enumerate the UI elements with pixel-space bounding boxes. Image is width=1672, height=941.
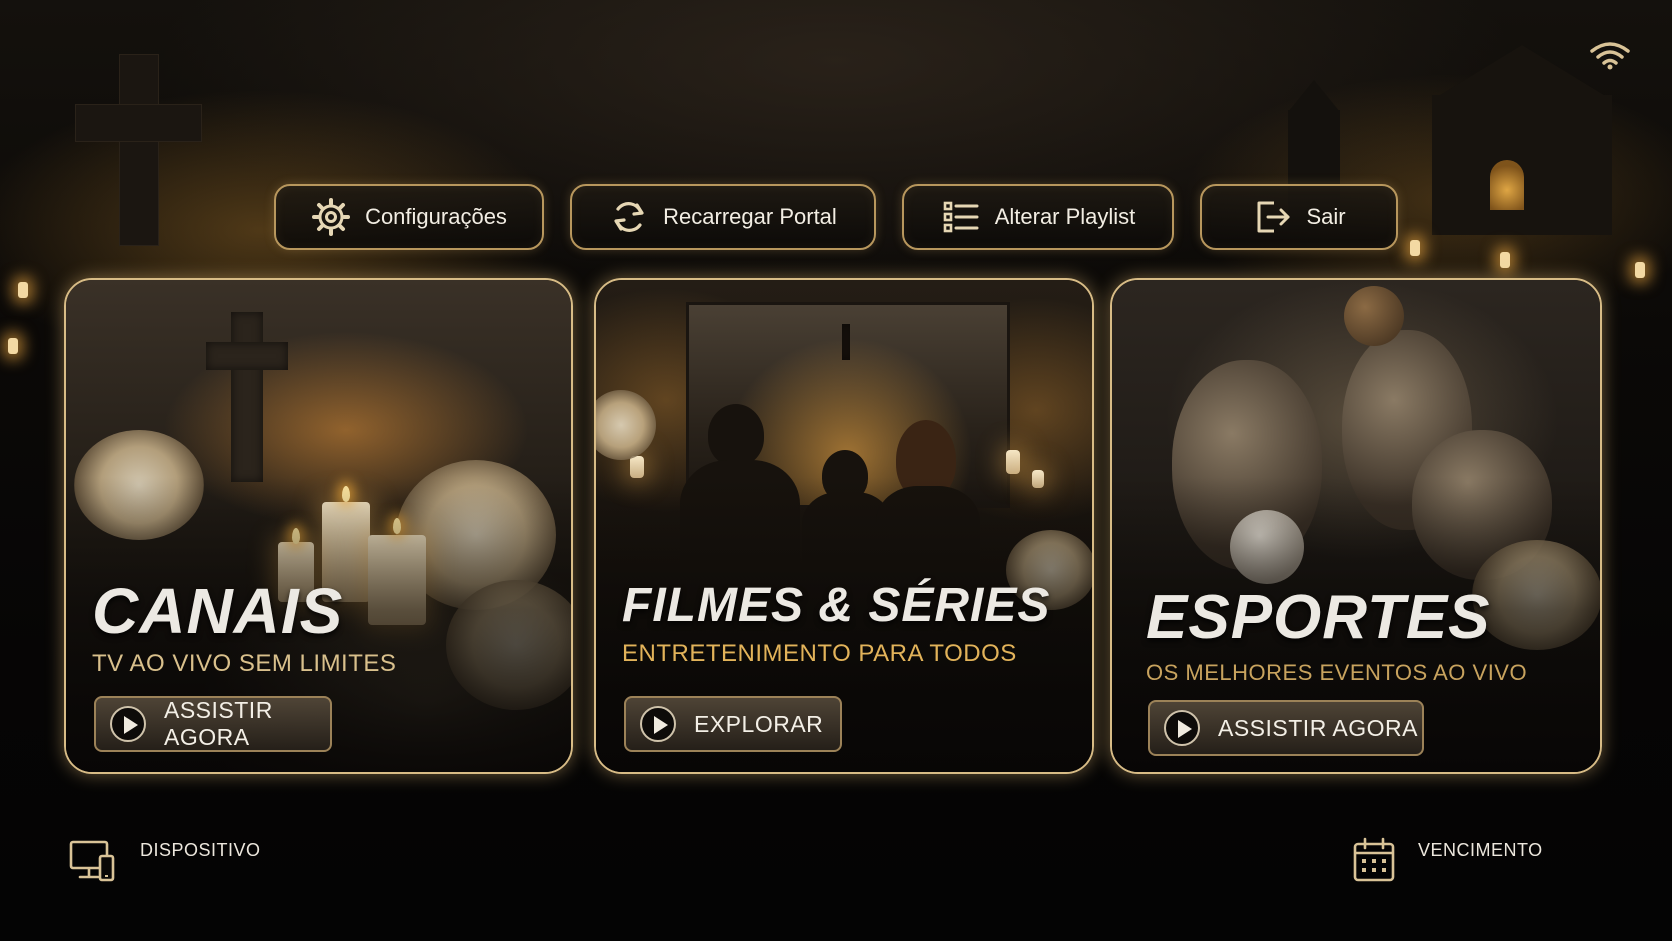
- card-title: FILMES & SÉRIES: [622, 579, 1051, 632]
- card-subtitle: ENTRETENIMENTO PARA TODOS: [622, 640, 1017, 667]
- background-candle: [1635, 262, 1645, 278]
- reload-portal-label: Recarregar Portal: [663, 204, 837, 229]
- background-cross: [120, 55, 158, 245]
- background-candle: [1410, 240, 1420, 256]
- viewer-head: [708, 404, 764, 466]
- cross-shape: [231, 312, 263, 482]
- exit-label: Sair: [1306, 204, 1346, 229]
- cross-arm-shape: [206, 342, 288, 370]
- list-icon: [943, 201, 979, 233]
- watch-now-label: ASSISTIR AGORA: [164, 697, 273, 750]
- change-playlist-button[interactable]: Alterar Playlist: [902, 184, 1174, 250]
- candle: [1006, 450, 1020, 474]
- background-chapel-roof: [1432, 45, 1612, 100]
- watch-now-button[interactable]: ASSISTIR AGORA: [94, 696, 332, 752]
- explore-label: EXPLORAR: [694, 710, 824, 737]
- background-tower-roof: [1288, 80, 1340, 112]
- card-sports[interactable]: ESPORTES OS MELHORES EVENTOS AO VIVO ASS…: [1110, 278, 1602, 774]
- background-candle: [8, 338, 18, 354]
- device-label: DISPOSITIVO: [140, 840, 261, 860]
- gear-icon: [312, 198, 351, 236]
- watch-now-label: ASSISTIR AGORA: [1218, 714, 1418, 741]
- card-title: CANAIS: [92, 575, 344, 647]
- wifi-icon: [1590, 42, 1630, 70]
- change-playlist-label: Alterar Playlist: [994, 204, 1136, 229]
- devices-icon: [69, 840, 115, 882]
- calendar-icon: [1353, 837, 1395, 882]
- settings-button[interactable]: Configurações: [274, 184, 544, 250]
- card-subtitle: TV AO VIVO SEM LIMITES: [92, 650, 397, 677]
- background-cross-arm: [76, 105, 201, 141]
- refresh-icon: [614, 202, 644, 232]
- play-icon: [640, 706, 676, 742]
- background-chapel-window: [1490, 160, 1524, 210]
- expiry-label: VENCIMENTO: [1418, 840, 1543, 860]
- play-icon: [110, 706, 146, 742]
- home-screen: Configurações Recarregar Portal Alterar …: [0, 0, 1672, 941]
- card-movies-series[interactable]: FILMES & SÉRIES ENTRETENIMENTO PARA TODO…: [594, 278, 1094, 774]
- flower: [596, 390, 656, 460]
- background-chapel: [1432, 95, 1612, 235]
- card-subtitle: OS MELHORES EVENTOS AO VIVO: [1146, 660, 1528, 685]
- logout-icon: [1257, 201, 1290, 233]
- card-channels[interactable]: CANAIS TV AO VIVO SEM LIMITES ASSISTIR A…: [64, 278, 573, 774]
- candle: [630, 456, 644, 478]
- basketball: [1344, 286, 1404, 346]
- watch-now-button[interactable]: ASSISTIR AGORA: [1148, 700, 1424, 756]
- explore-button[interactable]: EXPLORAR: [624, 696, 842, 752]
- background-candle: [1500, 252, 1510, 268]
- settings-label: Configurações: [365, 204, 507, 229]
- background-candle: [18, 282, 28, 298]
- play-icon: [1164, 710, 1200, 746]
- card-title: ESPORTES: [1146, 583, 1491, 652]
- reload-portal-button[interactable]: Recarregar Portal: [570, 184, 876, 250]
- screen-cross: [842, 324, 850, 360]
- exit-button[interactable]: Sair: [1200, 184, 1398, 250]
